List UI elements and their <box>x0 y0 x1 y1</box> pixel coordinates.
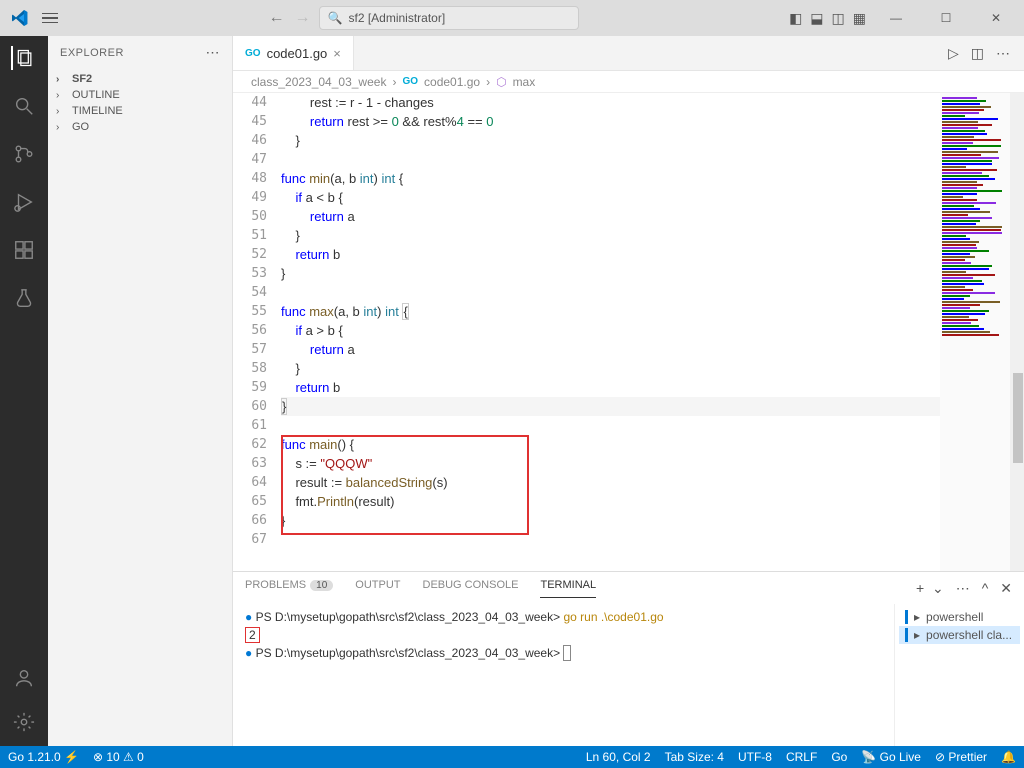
editor-area: GO code01.go × ▷ ◫ ⋯ class_2023_04_03_we… <box>233 36 1024 746</box>
more-icon[interactable]: ⋯ <box>206 44 221 61</box>
notifications-icon[interactable]: 🔔 <box>1001 750 1016 764</box>
tree-item[interactable]: ›SF2 <box>48 71 232 87</box>
go-live[interactable]: 📡 Go Live <box>861 750 921 764</box>
editor-tabs: GO code01.go × ▷ ◫ ⋯ <box>233 36 1024 71</box>
tree-item[interactable]: ›TIMELINE <box>48 103 232 119</box>
split-icon[interactable]: ◫ <box>971 45 984 62</box>
shell-item[interactable]: ▸powershell cla... <box>899 626 1020 644</box>
layout-grid-icon[interactable]: ▦ <box>853 10 866 27</box>
maximize-button[interactable]: ☐ <box>926 4 966 32</box>
close-tab-icon[interactable]: × <box>333 46 341 61</box>
tab-output[interactable]: OUTPUT <box>355 579 400 597</box>
maximize-panel-icon[interactable]: ^ <box>982 580 989 597</box>
run-icon[interactable]: ▷ <box>948 45 959 62</box>
minimize-button[interactable]: — <box>876 4 916 32</box>
go-file-icon: GO <box>402 76 418 87</box>
vscode-logo-icon <box>12 10 28 26</box>
source-control-icon[interactable] <box>12 142 36 166</box>
explorer-title: EXPLORER <box>60 47 124 59</box>
layout-icon[interactable]: ◧ <box>789 10 802 27</box>
tab-code01[interactable]: GO code01.go × <box>233 36 354 70</box>
extensions-icon[interactable] <box>12 238 36 262</box>
menu-icon[interactable] <box>42 13 58 24</box>
code-editor[interactable]: rest := r - 1 - changes return rest >= 0… <box>281 93 940 571</box>
eol[interactable]: CRLF <box>786 750 817 764</box>
search-icon[interactable] <box>12 94 36 118</box>
problems-status[interactable]: ⊗ 10 ⚠ 0 <box>93 750 144 764</box>
title-bar: ← → 🔍 sf2 [Administrator] ◧ ⬓ ◫ ▦ — ☐ ✕ <box>0 0 1024 36</box>
settings-icon[interactable] <box>12 710 36 734</box>
terminal-output[interactable]: ● PS D:\mysetup\gopath\src\sf2\class_202… <box>233 604 894 746</box>
result-highlight: 2 <box>245 627 260 643</box>
more-icon[interactable]: ⋯ <box>996 45 1010 62</box>
scrollbar[interactable] <box>1010 93 1024 571</box>
minimap[interactable] <box>940 93 1010 571</box>
line-numbers: 44 45 46 47 48 49 50 51 52 53 54 55 56 5… <box>233 93 281 571</box>
terminal-list: ▸powershell ▸powershell cla... <box>894 604 1024 746</box>
tree-item[interactable]: ›OUTLINE <box>48 87 232 103</box>
search-text: sf2 [Administrator] <box>348 11 445 25</box>
tab-problems[interactable]: PROBLEMS10 <box>245 579 333 597</box>
search-icon: 🔍 <box>328 11 343 25</box>
explorer-icon[interactable] <box>11 46 35 70</box>
layout-icon[interactable]: ⬓ <box>810 10 823 27</box>
terminal-panel: PROBLEMS10 OUTPUT DEBUG CONSOLE TERMINAL… <box>233 571 1024 746</box>
activity-bar <box>0 36 48 746</box>
shell-item[interactable]: ▸powershell <box>899 608 1020 626</box>
testing-icon[interactable] <box>12 286 36 310</box>
layout-icon[interactable]: ◫ <box>832 10 845 27</box>
indent[interactable]: Tab Size: 4 <box>665 750 724 764</box>
tab-debug[interactable]: DEBUG CONSOLE <box>423 579 519 597</box>
nav-fwd-icon[interactable]: → <box>295 9 311 27</box>
prettier[interactable]: ⊘ Prettier <box>935 750 987 764</box>
account-icon[interactable] <box>12 666 36 690</box>
cursor-pos[interactable]: Ln 60, Col 2 <box>586 750 651 764</box>
go-version[interactable]: Go 1.21.0 ⚡ <box>8 750 79 764</box>
encoding[interactable]: UTF-8 <box>738 750 772 764</box>
close-button[interactable]: ✕ <box>976 4 1016 32</box>
lang-mode[interactable]: Go <box>831 750 847 764</box>
symbol-icon: ⬡ <box>496 75 506 89</box>
nav-back-icon[interactable]: ← <box>269 9 285 27</box>
breadcrumb[interactable]: class_2023_04_03_week› GO code01.go› ⬡ m… <box>233 71 1024 93</box>
close-panel-icon[interactable]: ✕ <box>1000 580 1012 597</box>
status-bar: Go 1.21.0 ⚡ ⊗ 10 ⚠ 0 Ln 60, Col 2 Tab Si… <box>0 746 1024 768</box>
new-terminal-icon[interactable]: + ⌄ <box>916 580 944 597</box>
sidebar: EXPLORER ⋯ ›SF2›OUTLINE›TIMELINE›GO <box>48 36 233 746</box>
main-area: EXPLORER ⋯ ›SF2›OUTLINE›TIMELINE›GO GO c… <box>0 36 1024 746</box>
tab-terminal[interactable]: TERMINAL <box>540 579 596 598</box>
tree-item[interactable]: ›GO <box>48 119 232 135</box>
more-icon[interactable]: ⋯ <box>956 580 970 597</box>
go-file-icon: GO <box>245 48 261 59</box>
debug-icon[interactable] <box>12 190 36 214</box>
command-center[interactable]: 🔍 sf2 [Administrator] <box>319 6 579 30</box>
tab-label: code01.go <box>267 46 328 61</box>
